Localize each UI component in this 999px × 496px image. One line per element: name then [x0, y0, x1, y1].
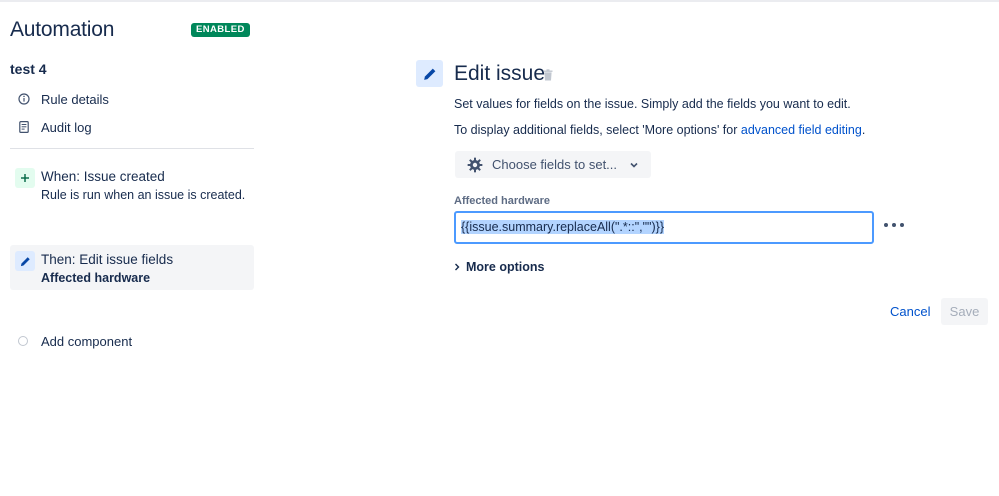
- step-subtitle: Rule is run when an issue is created.: [41, 188, 246, 202]
- cancel-button[interactable]: Cancel: [884, 301, 936, 323]
- panel-description: Set values for fields on the issue. Simp…: [454, 97, 851, 111]
- affected-hardware-input[interactable]: {{issue.summary.replaceAll(".*::","")}}: [454, 211, 874, 244]
- rule-name: test 4: [10, 61, 47, 77]
- save-button[interactable]: Save: [941, 298, 988, 325]
- info-icon: [17, 92, 31, 106]
- nav-item-rule-details[interactable]: Rule details: [17, 88, 109, 110]
- top-border: [0, 0, 999, 2]
- panel-title: Edit issue: [454, 62, 546, 85]
- gear-icon: [467, 157, 483, 173]
- description-prefix: To display additional fields, select 'Mo…: [454, 123, 741, 137]
- panel-description-advanced: To display additional fields, select 'Mo…: [454, 123, 865, 137]
- chevron-down-icon: [629, 160, 639, 170]
- status-badge: ENABLED: [191, 23, 250, 37]
- nav-item-label: Audit log: [41, 119, 92, 135]
- more-options-label: More options: [466, 260, 545, 274]
- pencil-icon: [15, 251, 35, 271]
- app-title: Automation: [10, 18, 115, 41]
- sidebar-divider: [10, 148, 254, 149]
- more-actions-icon[interactable]: [884, 217, 904, 233]
- step-title: Then: Edit issue fields: [41, 252, 174, 267]
- step-trigger-issue-created[interactable]: When: Issue created Rule is run when an …: [10, 162, 254, 208]
- step-title: When: Issue created: [41, 169, 165, 184]
- choose-fields-button[interactable]: Choose fields to set...: [455, 151, 651, 178]
- nav-item-label: Rule details: [41, 91, 109, 107]
- trash-icon[interactable]: [543, 68, 555, 81]
- plus-icon: [15, 168, 35, 188]
- more-options-toggle[interactable]: More options: [454, 260, 544, 274]
- nav-item-audit-log[interactable]: Audit log: [17, 116, 92, 138]
- add-component-label: Add component: [41, 333, 133, 349]
- choose-fields-label: Choose fields to set...: [492, 157, 618, 172]
- document-icon: [17, 120, 31, 134]
- advanced-field-editing-link[interactable]: advanced field editing: [741, 123, 862, 137]
- add-circle-icon: [18, 336, 28, 346]
- pencil-icon: [416, 60, 443, 87]
- description-suffix: .: [861, 123, 866, 137]
- field-value: {{issue.summary.replaceAll(".*::","")}}: [461, 220, 665, 234]
- add-component-button[interactable]: Add component: [18, 331, 132, 351]
- chevron-right-icon: [454, 263, 460, 271]
- step-action-edit-issue[interactable]: Then: Edit issue fields Affected hardwar…: [10, 245, 254, 290]
- step-subtitle: Affected hardware: [41, 271, 151, 285]
- affected-hardware-label: Affected hardware: [454, 195, 550, 207]
